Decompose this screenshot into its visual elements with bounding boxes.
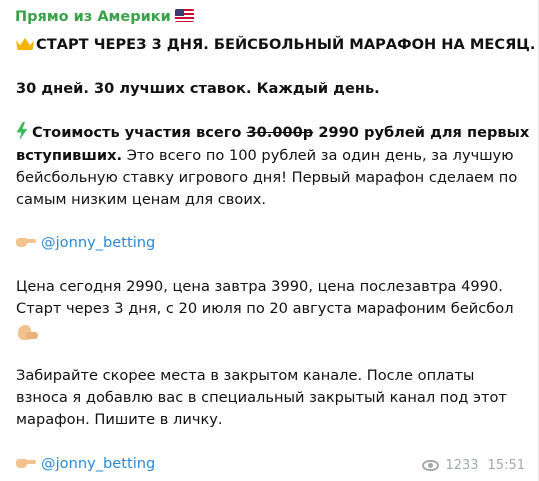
message-bubble: Прямо из Америки СТАРТ ЧЕРЕЗ 3 ДНЯ. БЕЙС… [0,0,539,481]
description-line-3: самым низким ценам для своих. [16,191,267,208]
schedule-line-2: Старт через 3 дня, с 20 июля по 20 авгус… [16,300,514,317]
price-line: Стоимость участия всего 30.000р 2990 руб… [16,122,529,143]
cta-line-2: взноса я добавлю вас в специальный закры… [16,389,507,406]
schedule-line-1: Цена сегодня 2990, цена завтра 3990, цен… [16,278,503,295]
username-link[interactable]: @jonny_betting [41,455,155,472]
channel-name-label: Прямо из Америки [15,9,171,25]
old-price: 30.000р [246,124,314,141]
view-count: 1233 [445,458,479,473]
cta-line-3: марафон. Пишите в личку. [16,411,223,428]
crown-icon [16,36,34,50]
pointing-hand-icon [16,456,36,469]
pointing-hand-icon [16,235,36,248]
message-meta: 1233 15:51 [422,458,525,473]
message-time: 15:51 [487,458,525,473]
contact-link-2[interactable]: @jonny_betting [16,454,155,474]
description-line-2: бейсбольную ставку игрового дня! Первый … [16,169,518,186]
new-price: 2990 рублей для первых [313,124,530,141]
headline: СТАРТ ЧЕРЕЗ 3 ДНЯ. БЕЙСБОЛЬНЫЙ МАРАФОН Н… [16,35,535,55]
contact-link-1[interactable]: @jonny_betting [16,233,155,253]
username-link[interactable]: @jonny_betting [41,234,155,251]
channel-name[interactable]: Прямо из Америки [15,9,194,25]
cta-line-1: Забирайте скорее места в закрытом канале… [16,367,475,384]
lightning-icon [16,122,28,140]
eye-icon [422,460,440,471]
flexed-biceps-icon [16,322,38,342]
description-line-1: вступивших. Это всего по 100 рублей за о… [16,147,514,164]
us-flag-icon [174,9,194,22]
tagline: 30 дней. 30 лучших ставок. Каждый день. [16,80,380,97]
